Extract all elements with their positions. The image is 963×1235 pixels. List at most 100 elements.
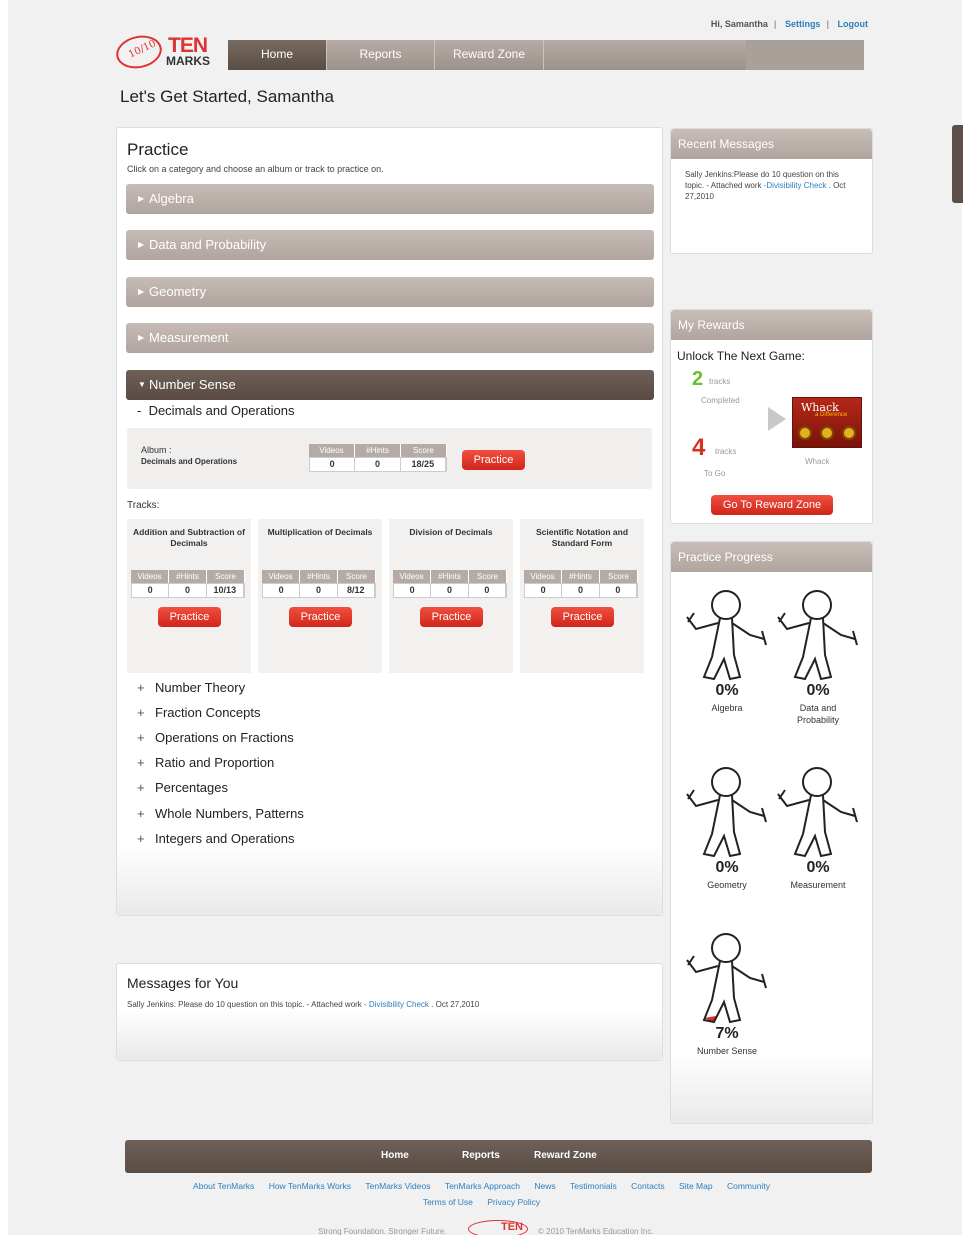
mole-icon bbox=[798, 426, 812, 440]
tenmarks-logo[interactable]: 10/10 TEN MARKS bbox=[113, 31, 216, 73]
progress-label: Geometry bbox=[707, 880, 747, 890]
album-box: Album : Decimals and Operations Videos #H… bbox=[127, 428, 652, 489]
practice-panel: Practice Click on a category and choose … bbox=[116, 127, 663, 916]
recent-messages-panel: Recent Messages Sally Jenkins:Please do … bbox=[670, 128, 873, 254]
category-measurement[interactable]: ▶ Measurement bbox=[126, 323, 654, 353]
footer-copyright: © 2010 TenMarks Education Inc. bbox=[538, 1227, 654, 1235]
album-label: Album : bbox=[141, 445, 172, 455]
stick-figure-icon bbox=[686, 590, 767, 681]
messages-title: Messages for You bbox=[127, 975, 239, 991]
progress-label: Data and Probability bbox=[796, 703, 840, 725]
stat-header: Score bbox=[338, 570, 376, 583]
stat-header: #Hints bbox=[431, 570, 469, 583]
tab-home[interactable]: Home bbox=[228, 40, 327, 70]
chevron-right-icon: ▶ bbox=[138, 194, 145, 203]
footer-link[interactable]: TenMarks Videos bbox=[365, 1181, 430, 1191]
category-geometry[interactable]: ▶ Geometry bbox=[126, 277, 654, 307]
category-label: Measurement bbox=[149, 330, 229, 345]
stat-header: #Hints bbox=[355, 444, 401, 457]
tracks-label: Tracks: bbox=[127, 500, 160, 511]
play-arrow-icon bbox=[768, 407, 786, 431]
progress-figure-algebra: 0% Algebra bbox=[682, 587, 772, 717]
footer-reports-link[interactable]: Reports bbox=[462, 1140, 500, 1171]
stat-header: #Hints bbox=[169, 570, 207, 583]
stat-value: 0 bbox=[169, 584, 207, 597]
footer-reward-zone-link[interactable]: Reward Zone bbox=[534, 1140, 597, 1171]
progress-percent: 0% bbox=[715, 859, 739, 876]
togo-label: To Go bbox=[704, 469, 726, 478]
category-data-probability[interactable]: ▶ Data and Probability bbox=[126, 230, 654, 260]
message-date: . Oct 27,2010 bbox=[431, 1000, 480, 1009]
footer-link[interactable]: Testimonials bbox=[570, 1181, 617, 1191]
category-label: Geometry bbox=[149, 284, 207, 299]
progress-label: Algebra bbox=[711, 703, 743, 713]
progress-figure-number-sense: 7% Number Sense bbox=[682, 930, 772, 1060]
track-practice-button[interactable]: Practice bbox=[289, 607, 352, 627]
stat-header: Score bbox=[600, 570, 638, 583]
subcategory-item[interactable]: + Ratio and Proportion bbox=[137, 755, 274, 770]
plus-icon: + bbox=[137, 831, 145, 846]
tab-reports[interactable]: Reports bbox=[327, 40, 435, 70]
subcategory-label: Whole Numbers, Patterns bbox=[155, 806, 304, 821]
track-title: Scientific Notation and Standard Form bbox=[535, 527, 629, 548]
subcategory-label: Percentages bbox=[155, 780, 228, 795]
stat-value: 0 bbox=[525, 584, 563, 597]
subcategory-item[interactable]: + Whole Numbers, Patterns bbox=[137, 806, 304, 821]
mole-icon bbox=[820, 426, 834, 440]
subcategory-item[interactable]: + Integers and Operations bbox=[137, 831, 294, 846]
stat-header: Videos bbox=[262, 570, 300, 583]
track-practice-button[interactable]: Practice bbox=[158, 607, 221, 627]
category-algebra[interactable]: ▶ Algebra bbox=[126, 184, 654, 214]
track-card: Scientific Notation and Standard Form Vi… bbox=[520, 519, 644, 673]
stat-value: 0 bbox=[263, 584, 301, 597]
footer-link[interactable]: TenMarks Approach bbox=[445, 1181, 520, 1191]
subcategory-decimals[interactable]: - Decimals and Operations bbox=[137, 403, 295, 418]
subcategory-item[interactable]: + Fraction Concepts bbox=[137, 705, 261, 720]
plus-icon: + bbox=[137, 806, 145, 821]
album-practice-button[interactable]: Practice bbox=[462, 450, 525, 470]
track-practice-button[interactable]: Practice bbox=[551, 607, 614, 627]
category-number-sense[interactable]: ▼ Number Sense bbox=[126, 370, 654, 400]
footer-link[interactable]: Community bbox=[727, 1181, 770, 1191]
subcategory-item[interactable]: + Number Theory bbox=[137, 680, 245, 695]
stat-header: #Hints bbox=[562, 570, 600, 583]
message-link[interactable]: Divisibility Check bbox=[369, 1000, 429, 1009]
subcategory-item[interactable]: + Operations on Fractions bbox=[137, 730, 294, 745]
go-to-reward-zone-button[interactable]: Go To Reward Zone bbox=[711, 495, 833, 515]
whack-game-thumbnail[interactable]: Whack a Difference bbox=[792, 397, 862, 448]
progress-figure-measurement: 0% Measurement bbox=[773, 764, 863, 894]
stat-value: 0 bbox=[310, 458, 356, 471]
unlock-label: Unlock The Next Game: bbox=[677, 349, 805, 363]
stat-header: Score bbox=[401, 444, 447, 457]
stat-value: 0 bbox=[132, 584, 170, 597]
track-stats: Videos #Hints Score 000 bbox=[393, 570, 507, 600]
stat-value: 10/13 bbox=[207, 584, 244, 597]
completed-unit: tracks bbox=[709, 377, 731, 386]
logout-link[interactable]: Logout bbox=[838, 19, 869, 29]
footer-link[interactable]: Contacts bbox=[631, 1181, 665, 1191]
stat-value: 18/25 bbox=[401, 458, 446, 471]
tab-reward-zone[interactable]: Reward Zone bbox=[435, 40, 544, 70]
footer-link[interactable]: About TenMarks bbox=[193, 1181, 254, 1191]
practice-progress-panel: Practice Progress 0% Algebra 0% Data and… bbox=[670, 541, 873, 1124]
recent-message-link[interactable]: -Divisibility Check bbox=[764, 181, 827, 190]
progress-percent: 0% bbox=[715, 682, 739, 699]
footer-link[interactable]: Privacy Policy bbox=[487, 1197, 540, 1207]
footer-link[interactable]: How TenMarks Works bbox=[269, 1181, 351, 1191]
footer-home-link[interactable]: Home bbox=[381, 1140, 409, 1171]
messages-panel: Messages for You Sally Jenkins: Please d… bbox=[116, 963, 663, 1061]
chevron-right-icon: ▶ bbox=[138, 240, 145, 249]
progress-percent: 0% bbox=[806, 859, 830, 876]
settings-link[interactable]: Settings bbox=[785, 19, 821, 29]
progress-title: Practice Progress bbox=[671, 542, 872, 572]
subcategory-item[interactable]: + Percentages bbox=[137, 780, 228, 795]
panel-fade bbox=[671, 1053, 872, 1123]
track-card: Division of Decimals Videos #Hints Score 0… bbox=[389, 519, 513, 673]
footer-link[interactable]: News bbox=[534, 1181, 555, 1191]
feedback-tab[interactable] bbox=[952, 125, 963, 203]
footer-link[interactable]: Terms of Use bbox=[423, 1197, 473, 1207]
track-practice-button[interactable]: Practice bbox=[420, 607, 483, 627]
recent-message: Sally Jenkins:Please do 10 question on t… bbox=[685, 169, 855, 202]
plus-icon: + bbox=[137, 705, 145, 720]
footer-link[interactable]: Site Map bbox=[679, 1181, 713, 1191]
